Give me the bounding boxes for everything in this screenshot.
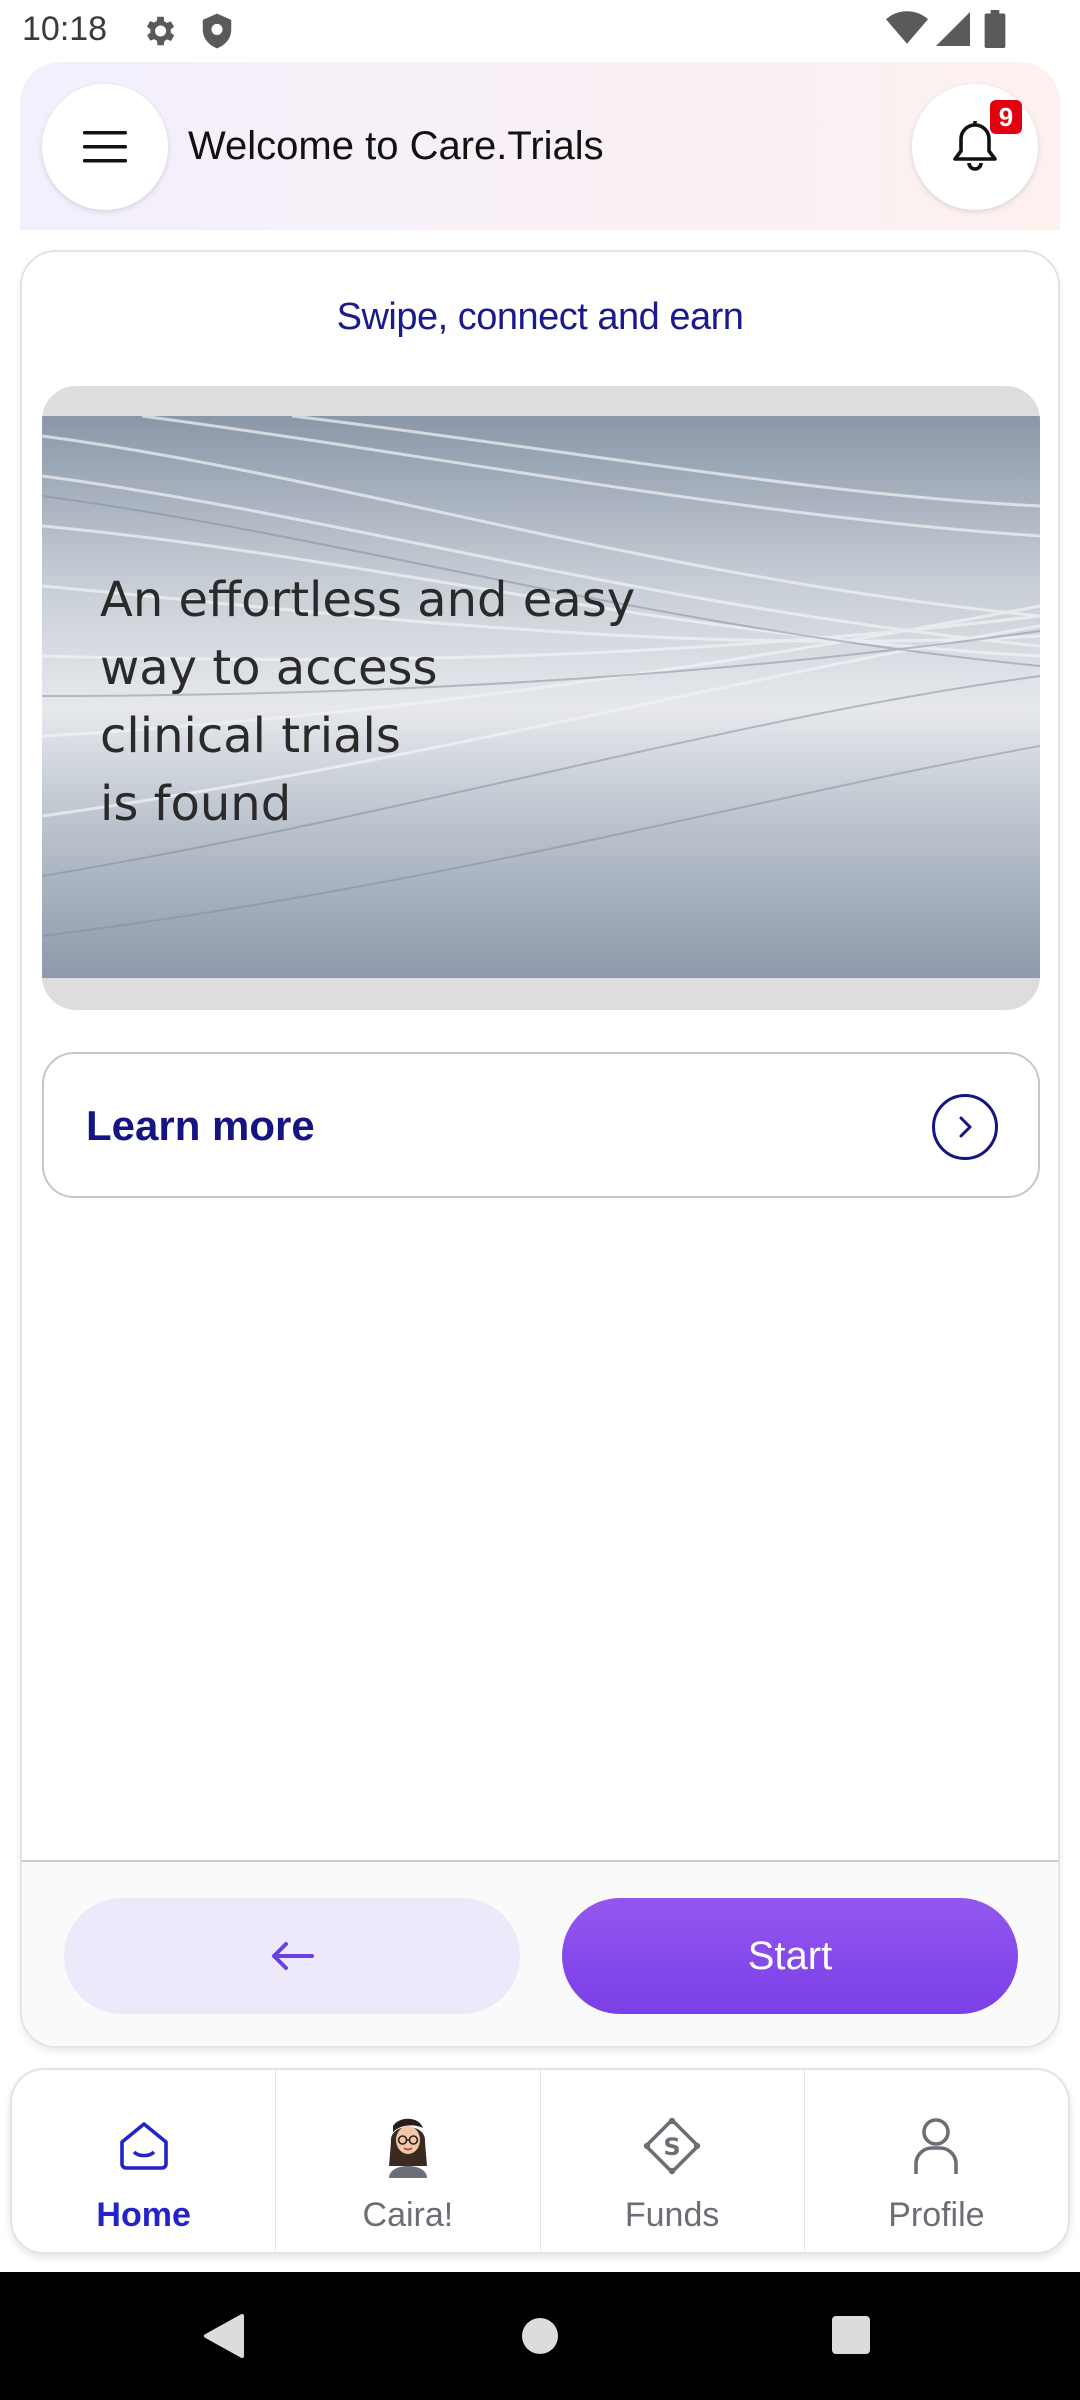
hamburger-icon xyxy=(83,131,127,163)
nav-item-home[interactable]: Home xyxy=(12,2070,277,2252)
card-footer: Start xyxy=(22,1860,1058,2046)
shield-icon xyxy=(200,12,234,55)
start-button[interactable]: Start xyxy=(562,1898,1018,2014)
nav-label-caira: Caira! xyxy=(362,2196,454,2234)
battery-icon xyxy=(984,10,1006,53)
system-recents-icon[interactable] xyxy=(830,2312,872,2365)
system-back-icon[interactable] xyxy=(202,2312,246,2365)
nav-item-caira[interactable]: Caira! xyxy=(276,2070,541,2252)
nav-label-profile: Profile xyxy=(888,2196,985,2234)
hero-line: way to access xyxy=(100,640,438,696)
avatar xyxy=(378,2114,438,2178)
profile-icon xyxy=(906,2114,966,2178)
nav-item-profile[interactable]: Profile xyxy=(805,2070,1068,2252)
chevron-right-icon xyxy=(932,1094,998,1160)
svg-text:S: S xyxy=(663,2133,680,2161)
wifi-icon xyxy=(886,10,928,51)
gear-icon xyxy=(140,12,178,55)
hero-line: clinical trials xyxy=(100,708,401,764)
learn-more-button[interactable]: Learn more xyxy=(42,1052,1040,1198)
card-heading: Swipe, connect and earn xyxy=(336,296,744,338)
app-header: Welcome to Care.Trials 9 xyxy=(20,62,1060,230)
hero-line: An effortless and easy xyxy=(100,572,636,628)
status-bar: 10:18 xyxy=(0,0,1080,62)
nav-label-funds: Funds xyxy=(624,2196,720,2234)
system-home-icon[interactable] xyxy=(520,2312,560,2365)
back-button[interactable] xyxy=(64,1898,520,2014)
home-icon xyxy=(114,2114,174,2178)
notifications-button[interactable]: 9 xyxy=(912,84,1038,210)
hero-line: is found xyxy=(100,776,292,832)
signal-icon xyxy=(936,12,970,51)
hero-image: An effortless and easy way to access cli… xyxy=(42,416,1040,978)
notification-badge: 9 xyxy=(990,100,1022,134)
learn-more-label: Learn more xyxy=(86,1102,315,1149)
bottom-nav: Home Caira! S Funds Profile xyxy=(10,2068,1070,2254)
hero-banner[interactable]: An effortless and easy way to access cli… xyxy=(42,386,1040,1010)
status-time: 10:18 xyxy=(22,10,108,48)
funds-icon: S xyxy=(642,2114,702,2178)
system-nav-bar xyxy=(0,2272,1080,2400)
onboarding-card: Swipe, connect and earn An effortless an… xyxy=(20,250,1060,2048)
nav-label-home: Home xyxy=(96,2196,191,2234)
nav-item-funds[interactable]: S Funds xyxy=(541,2070,805,2252)
menu-button[interactable] xyxy=(42,84,168,210)
hero-text: An effortless and easy way to access cli… xyxy=(100,566,635,838)
arrow-left-icon xyxy=(272,1942,314,1970)
page-title: Welcome to Care.Trials xyxy=(188,124,604,168)
